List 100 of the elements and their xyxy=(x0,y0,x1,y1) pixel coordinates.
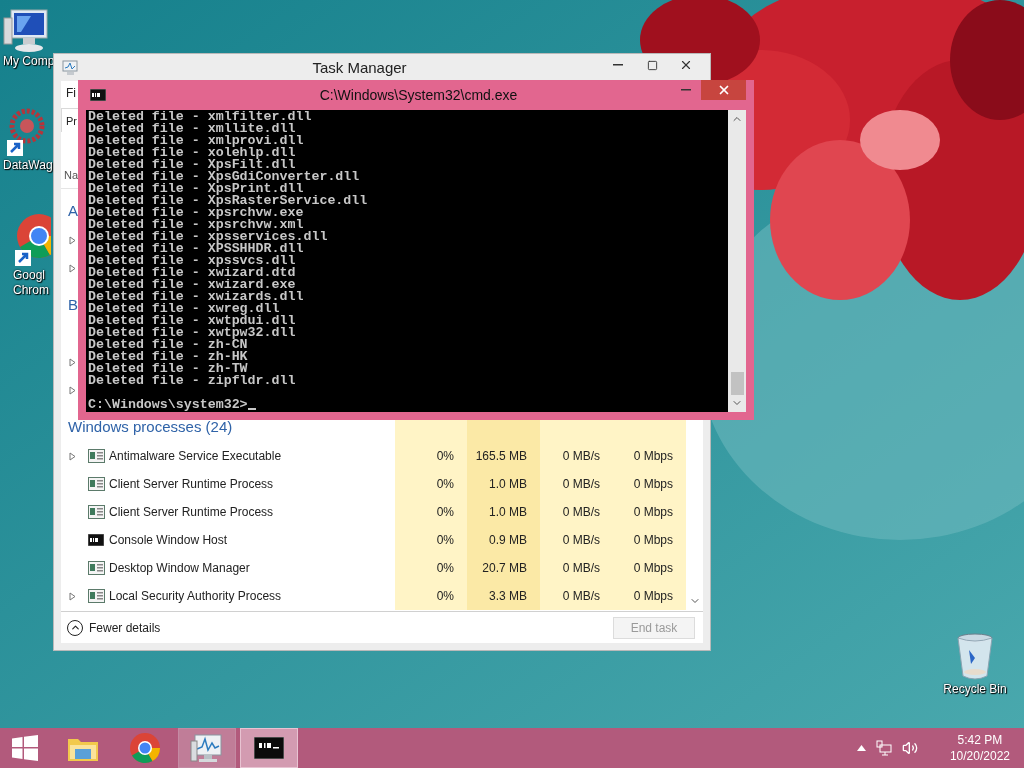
console-line: Deleted file - zh-TW xyxy=(88,363,248,375)
recycle-bin-icon[interactable] xyxy=(955,632,995,682)
table-cell: 1.0 MB xyxy=(467,470,540,498)
console-line: Deleted file - xwtpw32.dll xyxy=(88,327,297,339)
app-window-icon xyxy=(87,449,105,463)
expand-arrow-icon[interactable] xyxy=(68,451,76,461)
clock-date: 10/20/2022 xyxy=(949,748,1010,764)
table-cell: 0% xyxy=(395,526,467,554)
fewer-details-button[interactable]: Fewer details xyxy=(67,619,161,636)
table-cell: 0% xyxy=(395,442,467,470)
console-line: Deleted file - zipfldr.dll xyxy=(88,375,297,387)
text-cursor xyxy=(247,408,256,410)
app-window-icon xyxy=(87,561,105,575)
process-name: Antimalware Service Executable xyxy=(109,449,283,463)
table-cell: 0 MB/s xyxy=(540,470,613,498)
console-line: Deleted file - xmlprovi.dll xyxy=(88,135,305,147)
show-hidden-icons-button[interactable] xyxy=(856,745,866,751)
clock-time: 5:42 PM xyxy=(957,732,1003,748)
table-cell: 0 Mbps xyxy=(613,442,686,470)
table-cell: 0% xyxy=(395,554,467,582)
icon-label: Googl xyxy=(13,268,46,283)
console-line: Deleted file - xwizard.dtd xyxy=(88,267,297,279)
console-line: Deleted file - XpsFilt.dll xyxy=(88,159,296,171)
table-cell: 0% xyxy=(395,582,467,610)
clock[interactable]: 5:42 PM 10/20/2022 xyxy=(949,732,1010,764)
close-icon xyxy=(679,58,693,72)
column-header[interactable]: Na xyxy=(64,169,79,181)
console-line: Deleted file - xpssvcs.dll xyxy=(88,255,297,267)
table-cell: 0 MB/s xyxy=(540,442,613,470)
menu-item[interactable]: Fi xyxy=(66,86,76,100)
scroll-thumb[interactable] xyxy=(730,372,744,395)
process-name: Console Window Host xyxy=(109,533,229,547)
tab[interactable]: Pr xyxy=(61,108,79,132)
minimize-icon xyxy=(613,64,623,66)
table-cell: 0.9 MB xyxy=(467,526,540,554)
table-cell: 0 MB/s xyxy=(540,498,613,526)
table-cell: 0% xyxy=(395,498,467,526)
table-cell: 0 MB/s xyxy=(540,554,613,582)
icon-label: Recycle Bin xyxy=(943,682,1007,697)
table-cell: 3.3 MB xyxy=(467,582,540,610)
table-cell: 20.7 MB xyxy=(467,554,540,582)
console-line: Deleted file - zh-CN xyxy=(88,339,248,351)
table-cell: 0 Mbps xyxy=(613,526,686,554)
console-line: Deleted file - XpsRasterService.dll xyxy=(88,195,369,207)
expand-arrow-icon[interactable] xyxy=(68,385,76,395)
console-icon xyxy=(90,89,106,101)
table-cell: 0 Mbps xyxy=(613,498,686,526)
console-line: Deleted file - xpsrchvw.exe xyxy=(88,207,304,219)
table-cell: 0% xyxy=(395,470,467,498)
console-line: Deleted file - xwizards.dll xyxy=(88,291,305,303)
app-window-icon xyxy=(87,589,105,603)
console-line: Deleted file - xpsrchvw.xml xyxy=(88,219,304,231)
taskbar-button[interactable] xyxy=(240,728,298,768)
start-icon xyxy=(12,735,38,761)
maximize-icon xyxy=(646,59,658,71)
console-line: Deleted file - xwtpdui.dll xyxy=(88,315,297,327)
expand-arrow-icon[interactable] xyxy=(68,591,76,601)
console-line: Deleted file - xolehlp.dll xyxy=(88,147,296,159)
console-line: Deleted file - xmllite.dll xyxy=(88,123,296,135)
icon-label: DataWag xyxy=(3,158,53,173)
group-heading: Windows processes (24) xyxy=(68,417,233,435)
console-line: Deleted file - xwizard.exe xyxy=(88,279,296,291)
window-title: C:\Windows\System32\cmd.exe xyxy=(318,87,519,103)
network-icon[interactable] xyxy=(875,740,892,756)
caret-up-icon xyxy=(856,745,866,751)
console-line: Deleted file - XpsGdiConverter.dll xyxy=(88,171,361,183)
console-line: Deleted file - XPSSHHDR.dll xyxy=(88,243,304,255)
table-cell: 0 MB/s xyxy=(540,582,613,610)
console-line: Deleted file - XpsPrint.dll xyxy=(88,183,304,195)
console-line: Deleted file - xmlfilter.dll xyxy=(88,111,313,123)
icon-label: Chrom xyxy=(13,283,49,298)
monitor-chart-icon xyxy=(190,733,224,763)
table-cell: 1.0 MB xyxy=(467,498,540,526)
process-name: Client Server Runtime Process xyxy=(109,477,275,491)
expand-arrow-icon[interactable] xyxy=(68,263,76,273)
expand-arrow-icon[interactable] xyxy=(68,235,76,245)
table-cell: 0 Mbps xyxy=(613,554,686,582)
group-heading: B xyxy=(68,295,78,313)
table-cell: 0 MB/s xyxy=(540,526,613,554)
minimize-icon xyxy=(681,89,691,91)
console-line: Deleted file - xpsservices.dll xyxy=(88,231,329,243)
table-cell: 0 Mbps xyxy=(613,582,686,610)
process-name: Desktop Window Manager xyxy=(109,561,251,575)
console-line: Deleted file - xwreg.dll xyxy=(88,303,280,315)
browser-icon xyxy=(129,732,161,764)
volume-icon[interactable] xyxy=(901,740,918,756)
console-icon xyxy=(254,737,284,759)
table-cell: 0 Mbps xyxy=(613,470,686,498)
group-heading: A xyxy=(68,201,78,219)
window-title: Task Manager xyxy=(311,59,408,76)
console-icon xyxy=(88,534,104,546)
console-line: Deleted file - zh-HK xyxy=(88,351,249,363)
command-prompt: C:\Windows\system32> xyxy=(88,399,248,411)
process-name: Local Security Authority Process xyxy=(109,589,283,603)
computer-icon[interactable] xyxy=(3,8,51,54)
app-window-icon xyxy=(87,505,105,519)
table-cell: 165.5 MB xyxy=(467,442,540,470)
app-window-icon xyxy=(87,477,105,491)
expand-arrow-icon[interactable] xyxy=(68,357,76,367)
monitor-chart-icon xyxy=(61,59,78,76)
